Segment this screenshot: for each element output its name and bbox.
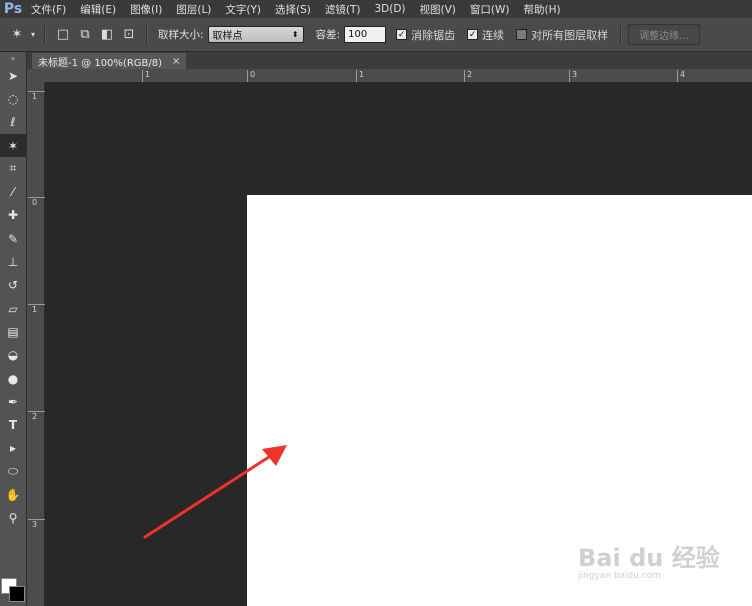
zoom-tool-icon[interactable]: ⚲ xyxy=(0,507,26,530)
divider xyxy=(620,24,623,45)
eraser-tool-icon[interactable]: ▱ xyxy=(0,297,26,320)
path-selection-tool-icon[interactable]: ▸ xyxy=(0,437,26,460)
divider xyxy=(146,24,148,45)
ruler-tick: 2 xyxy=(464,70,472,82)
ruler-tick: 1 xyxy=(28,91,46,102)
intersect-selection-icon[interactable]: ⊡ xyxy=(118,24,140,46)
crop-tool-icon[interactable]: ⌗ xyxy=(0,157,26,180)
gradient-tool-icon[interactable]: ▤ xyxy=(0,320,26,343)
sample-size-select[interactable]: 取样点 ⬍ xyxy=(207,26,304,43)
healing-brush-tool-icon[interactable]: ✚ xyxy=(0,204,26,227)
sample-all-layers-label: 对所有图层取样 xyxy=(531,28,609,42)
ruler-tick: 1 xyxy=(28,304,46,315)
antialias-checkbox[interactable]: ✓ 消除锯齿 xyxy=(396,27,455,43)
ruler-tick: 4 xyxy=(677,70,685,82)
document-tab[interactable]: 未标题-1 @ 100%(RGB/8) × xyxy=(32,53,187,69)
watermark-main: Bai du 经验 xyxy=(578,544,720,572)
menu-bar: Ps 文件(F) 编辑(E) 图像(I) 图层(L) 文字(Y) 选择(S) 滤… xyxy=(0,0,752,18)
menu-window[interactable]: 窗口(W) xyxy=(463,2,517,17)
ruler-tick: 1 xyxy=(356,70,364,82)
clone-stamp-tool-icon[interactable]: ⊥ xyxy=(0,250,26,273)
menu-image[interactable]: 图像(I) xyxy=(123,2,169,17)
add-to-selection-icon[interactable]: ⧉ xyxy=(74,24,96,46)
menu-filter[interactable]: 滤镜(T) xyxy=(318,2,368,17)
contiguous-label: 连续 xyxy=(482,28,505,42)
horizontal-ruler[interactable]: 1 0 1 2 3 4 xyxy=(45,69,752,83)
updown-arrows-icon: ⬍ xyxy=(291,30,299,39)
sample-size-value: 取样点 xyxy=(212,31,243,42)
toolbox: » ➤ ◌ ℓ ✶ ⌗ ⁄ ✚ ✎ ⊥ ↺ ▱ ▤ ◒ ● ✒ T ▸ ⬭ ✋ … xyxy=(0,52,27,606)
menu-help[interactable]: 帮助(H) xyxy=(517,2,568,17)
menu-type[interactable]: 文字(Y) xyxy=(218,2,268,17)
checkmark-icon: ✓ xyxy=(396,29,408,40)
move-tool-icon[interactable]: ➤ xyxy=(0,64,26,87)
menu-file[interactable]: 文件(F) xyxy=(24,2,73,17)
history-brush-tool-icon[interactable]: ↺ xyxy=(0,274,26,297)
background-color-swatch[interactable] xyxy=(9,586,25,602)
photoshop-logo: Ps xyxy=(3,1,23,17)
ruler-tick: 1 xyxy=(142,70,150,82)
baidu-watermark: Bai du 经验 jingyan.baidu.com xyxy=(578,538,720,581)
eyedropper-tool-icon[interactable]: ⁄ xyxy=(0,180,26,203)
sample-all-layers-checkbox[interactable]: 对所有图层取样 xyxy=(516,27,608,43)
new-selection-icon[interactable]: □ xyxy=(52,24,74,46)
options-bar: ✶ ▾ □ ⧉ ◧ ⊡ 取样大小: 取样点 ⬍ 容差: 100 ✓ 消除锯齿 ✓… xyxy=(0,18,752,52)
document-tab-title: 未标题-1 @ 100%(RGB/8) xyxy=(38,57,163,69)
pen-tool-icon[interactable]: ✒ xyxy=(0,390,26,413)
chevron-down-icon[interactable]: ▾ xyxy=(28,24,38,46)
menu-edit[interactable]: 编辑(E) xyxy=(73,2,123,17)
close-icon[interactable]: × xyxy=(172,56,180,67)
tolerance-label: 容差: xyxy=(315,29,341,41)
magic-wand-tool-icon[interactable]: ✶ xyxy=(0,133,26,158)
marquee-tool-icon[interactable]: ◌ xyxy=(0,87,26,110)
contiguous-checkbox[interactable]: ✓ 连续 xyxy=(467,27,504,43)
ruler-tick: 3 xyxy=(28,519,46,530)
unchecked-box-icon xyxy=(516,29,528,40)
menu-view[interactable]: 视图(V) xyxy=(413,2,463,17)
checkmark-icon: ✓ xyxy=(467,29,479,40)
lasso-tool-icon[interactable]: ℓ xyxy=(0,111,26,134)
sample-size-label: 取样大小: xyxy=(158,29,204,41)
ruler-tick: 3 xyxy=(569,70,577,82)
ruler-corner[interactable] xyxy=(27,69,45,83)
antialias-label: 消除锯齿 xyxy=(411,28,456,42)
hand-tool-icon[interactable]: ✋ xyxy=(0,483,26,506)
blur-tool-icon[interactable]: ◒ xyxy=(0,344,26,367)
collapse-arrows-icon[interactable]: » xyxy=(0,52,26,64)
divider xyxy=(44,24,46,45)
menu-select[interactable]: 选择(S) xyxy=(268,2,318,17)
document-tab-bar: 未标题-1 @ 100%(RGB/8) × xyxy=(27,52,752,69)
menu-layer[interactable]: 图层(L) xyxy=(169,2,218,17)
magic-wand-preset-icon[interactable]: ✶ xyxy=(6,24,28,46)
subtract-from-selection-icon[interactable]: ◧ xyxy=(96,24,118,46)
menu-3d[interactable]: 3D(D) xyxy=(367,3,412,15)
tolerance-input[interactable]: 100 xyxy=(344,26,387,43)
ellipse-tool-icon[interactable]: ⬭ xyxy=(0,460,26,483)
color-swatches[interactable] xyxy=(1,572,25,602)
refine-edge-button[interactable]: 调整边缘... xyxy=(628,24,700,45)
type-tool-icon[interactable]: T xyxy=(0,413,26,436)
ruler-tick: 2 xyxy=(28,411,46,422)
vertical-ruler[interactable]: 1 0 1 2 3 xyxy=(27,83,46,606)
ruler-tick: 0 xyxy=(247,70,255,82)
brush-tool-icon[interactable]: ✎ xyxy=(0,227,26,250)
ruler-tick: 0 xyxy=(28,197,46,208)
dodge-tool-icon[interactable]: ● xyxy=(0,367,26,390)
